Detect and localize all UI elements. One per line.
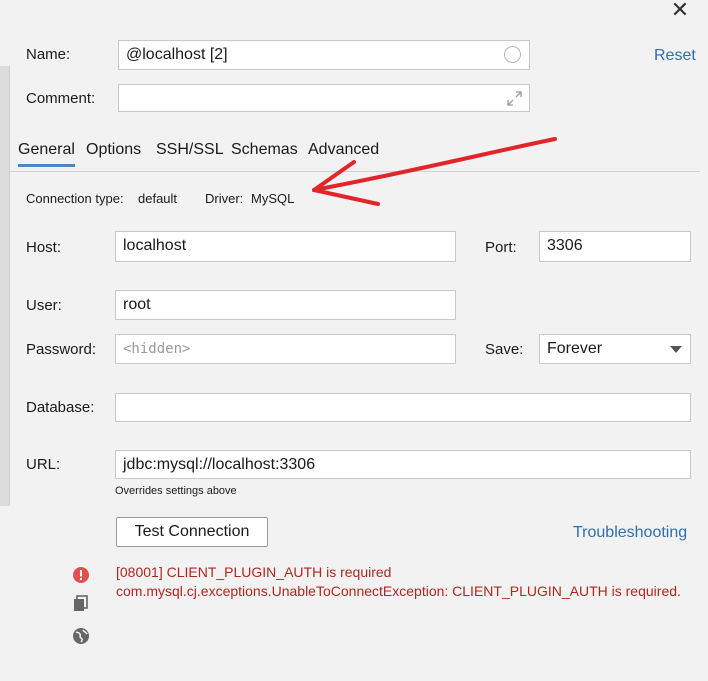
password-label: Password: <box>26 341 97 358</box>
save-label: Save: <box>485 341 524 358</box>
status-circle-icon <box>504 46 521 63</box>
close-icon[interactable]: ✕ <box>667 0 693 22</box>
name-label: Name: <box>26 46 71 63</box>
comment-input[interactable] <box>118 84 530 112</box>
left-panel-edge <box>0 66 10 506</box>
url-input[interactable]: jdbc:mysql://localhost:3306 <box>115 450 691 479</box>
copy-icon[interactable] <box>72 595 90 613</box>
url-value: jdbc:mysql://localhost:3306 <box>123 456 316 473</box>
driver-label: Driver: <box>205 191 244 206</box>
troubleshooting-link[interactable]: Troubleshooting <box>573 524 687 542</box>
driver-link[interactable]: MySQL <box>251 191 294 206</box>
database-input[interactable] <box>115 393 691 422</box>
database-label: Database: <box>26 399 95 416</box>
connection-type-label: Connection type: <box>26 191 124 206</box>
tab-options[interactable]: Options <box>86 141 141 159</box>
error-message-line1: [08001] CLIENT_PLUGIN_AUTH is required <box>116 564 392 580</box>
user-value: root <box>123 296 151 313</box>
tab-schemas[interactable]: Schemas <box>231 141 298 159</box>
url-label: URL: <box>26 456 61 473</box>
password-placeholder: <hidden> <box>123 341 191 357</box>
host-value: localhost <box>123 237 187 254</box>
port-label: Port: <box>485 239 517 256</box>
comment-label: Comment: <box>26 90 96 107</box>
error-message-line2: com.mysql.cj.exceptions.UnableToConnectE… <box>116 583 681 599</box>
name-input[interactable]: @localhost [2] <box>118 40 530 70</box>
password-input[interactable]: <hidden> <box>115 334 456 364</box>
tab-general[interactable]: General <box>18 141 75 167</box>
user-label: User: <box>26 297 62 314</box>
port-input[interactable]: 3306 <box>539 231 691 262</box>
port-value: 3306 <box>547 237 583 254</box>
save-value: Forever <box>547 340 603 357</box>
user-input[interactable]: root <box>115 290 456 320</box>
globe-icon[interactable] <box>72 627 90 645</box>
url-hint: Overrides settings above <box>115 485 237 497</box>
annotation-arrow <box>312 137 557 206</box>
reset-link[interactable]: Reset <box>654 47 696 65</box>
connection-type-link[interactable]: default <box>138 191 177 206</box>
test-connection-button[interactable]: Test Connection <box>116 517 268 547</box>
tab-ssh-ssl[interactable]: SSH/SSL <box>156 141 224 159</box>
name-value: @localhost [2] <box>126 46 228 63</box>
host-label: Host: <box>26 239 62 256</box>
host-input[interactable]: localhost <box>115 231 456 262</box>
save-select[interactable]: Forever <box>539 334 691 364</box>
expand-icon[interactable] <box>507 91 522 106</box>
error-icon <box>73 567 89 583</box>
dropdown-arrow-icon <box>670 346 682 353</box>
